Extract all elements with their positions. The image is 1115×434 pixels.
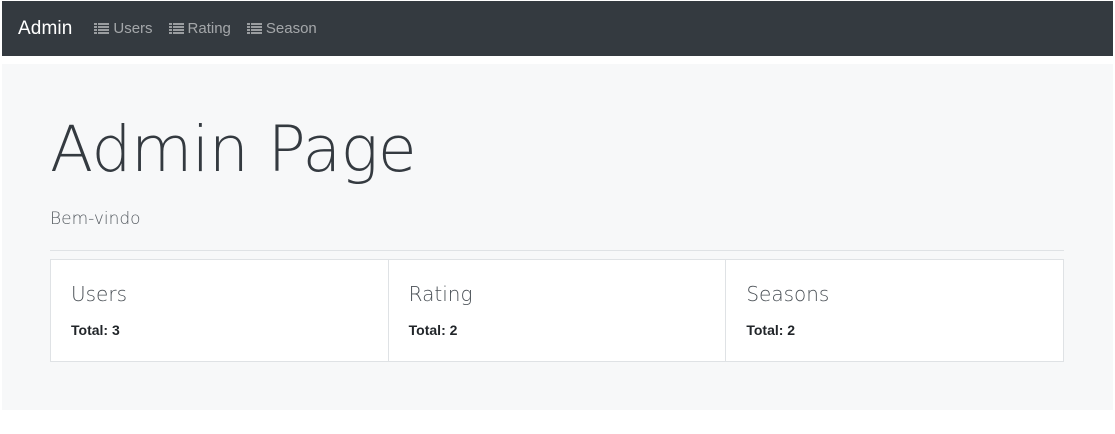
stat-card-seasons: Seasons Total: 2 bbox=[725, 260, 1063, 361]
card-total: Total: 3 bbox=[71, 322, 120, 338]
card-title: Seasons bbox=[746, 282, 830, 306]
stat-card-users: Users Total: 3 bbox=[51, 260, 388, 361]
card-title: Rating bbox=[408, 282, 473, 306]
nav-link-users[interactable]: Users bbox=[94, 20, 153, 37]
card-title: Users bbox=[71, 282, 128, 306]
stats-card-group: Users Total: 3 Rating Total: 2 Seasons T… bbox=[50, 259, 1064, 362]
navbar-brand[interactable]: Admin bbox=[18, 18, 72, 40]
nav-link-label: Users bbox=[113, 20, 153, 37]
card-total: Total: 2 bbox=[408, 322, 458, 338]
list-icon bbox=[246, 23, 262, 34]
list-icon bbox=[168, 23, 184, 34]
nav-link-season[interactable]: Season bbox=[246, 20, 317, 37]
nav-link-label: Season bbox=[265, 20, 317, 37]
top-navbar: Admin Users Rating Season bbox=[2, 1, 1113, 56]
page-title: Admin Page bbox=[50, 113, 417, 186]
page-subtitle: Bem-vindo bbox=[50, 209, 141, 229]
list-icon bbox=[94, 23, 110, 34]
stat-card-rating: Rating Total: 2 bbox=[387, 260, 726, 361]
jumbotron: Admin Page Bem-vindo Users Total: 3 Rati… bbox=[2, 64, 1113, 410]
nav-link-label: Rating bbox=[187, 20, 231, 37]
nav-link-rating[interactable]: Rating bbox=[168, 20, 231, 37]
divider bbox=[50, 250, 1064, 251]
card-total: Total: 2 bbox=[746, 322, 796, 338]
